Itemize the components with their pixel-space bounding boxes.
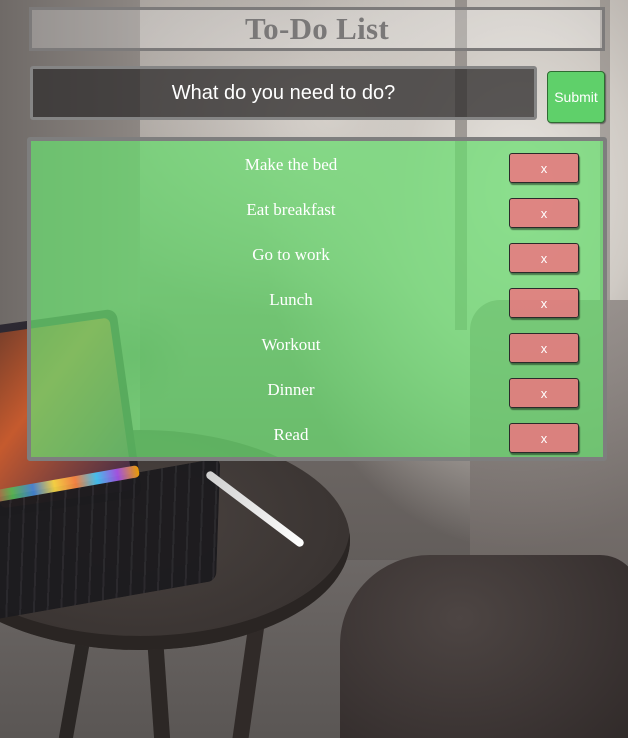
delete-todo-button[interactable]: x xyxy=(509,423,579,453)
todo-app: To-Do List Submit Make the bed x Eat bre… xyxy=(0,0,628,738)
page-title: To-Do List xyxy=(245,11,389,46)
todo-item: Lunch x xyxy=(31,287,603,332)
new-todo-input[interactable] xyxy=(30,66,537,120)
todo-item: Make the bed x xyxy=(31,152,603,197)
delete-todo-button[interactable]: x xyxy=(509,333,579,363)
todo-item-text: Eat breakfast xyxy=(246,200,336,219)
todo-item: Workout x xyxy=(31,332,603,377)
todo-item-text: Go to work xyxy=(252,245,330,264)
todo-item-text: Lunch xyxy=(269,290,313,309)
todo-list: Make the bed x Eat breakfast x Go to wor… xyxy=(27,137,607,461)
todo-item: Dinner x xyxy=(31,377,603,422)
delete-todo-button[interactable]: x xyxy=(509,198,579,228)
todo-item-text: Make the bed xyxy=(244,155,338,174)
delete-todo-button[interactable]: x xyxy=(509,288,579,318)
todo-item-text: Read xyxy=(273,425,309,444)
delete-todo-button[interactable]: x xyxy=(509,378,579,408)
todo-item: Go to work x xyxy=(31,242,603,287)
todo-item-text: Dinner xyxy=(267,380,315,399)
title-box: To-Do List xyxy=(29,7,605,51)
delete-todo-button[interactable]: x xyxy=(509,153,579,183)
todo-item: Read x xyxy=(31,422,603,467)
submit-button[interactable]: Submit xyxy=(547,71,605,123)
delete-todo-button[interactable]: x xyxy=(509,243,579,273)
todo-item-text: Workout xyxy=(261,335,321,354)
todo-item: Eat breakfast x xyxy=(31,197,603,242)
